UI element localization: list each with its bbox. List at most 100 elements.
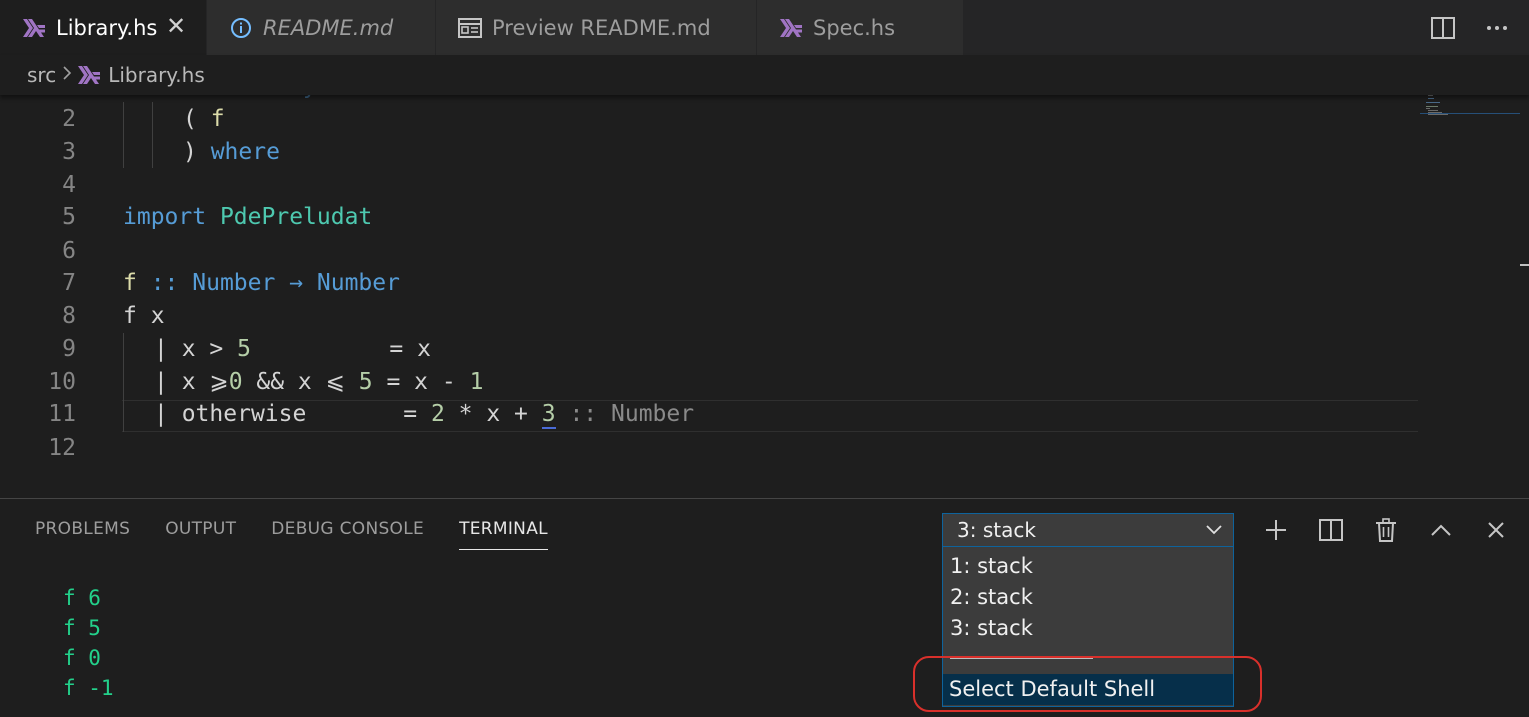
code-line: 8 f x <box>0 300 1420 333</box>
code-text: ) <box>183 139 211 165</box>
code-text: x <box>181 369 210 395</box>
code-text: ( <box>183 106 211 132</box>
info-icon <box>229 16 253 40</box>
code-text: | <box>154 401 182 427</box>
code-line: 5 import PdePreludat <box>0 201 1420 234</box>
code-text: Number <box>192 270 276 296</box>
tab-readme-md[interactable]: README.md <box>207 0 435 55</box>
code-text: = x - <box>372 369 470 395</box>
tab-terminal[interactable]: TERMINAL <box>459 519 548 550</box>
code-text: | <box>154 369 182 395</box>
haskell-icon <box>22 16 46 40</box>
code-text: where <box>210 139 280 165</box>
tab-output[interactable]: OUTPUT <box>165 519 236 550</box>
code-text: :: <box>136 270 193 296</box>
line-number: 8 <box>62 303 76 329</box>
code-line: 12 <box>0 432 1420 465</box>
code-text: = <box>306 401 431 427</box>
code-line: 4 <box>0 169 1420 202</box>
code-text: && x <box>242 369 326 395</box>
code-text: ⩽ <box>325 369 345 395</box>
line-number: 9 <box>62 336 76 362</box>
dropdown-option[interactable]: 3: stack <box>950 613 1033 643</box>
tab-preview-readme[interactable]: Preview README.md <box>436 0 756 55</box>
code-text: 5 <box>237 336 251 362</box>
tab-spec-hs[interactable]: Spec.hs <box>757 0 963 55</box>
plus-icon[interactable] <box>1262 516 1290 544</box>
tab-label: Spec.hs <box>813 15 896 40</box>
chevron-right-icon <box>62 65 72 86</box>
terminal-line: f 0 <box>63 646 101 670</box>
preview-icon <box>458 16 482 40</box>
code-line: 2 ( f <box>0 103 1420 136</box>
scrollbar-marker <box>1520 264 1529 266</box>
trash-icon[interactable] <box>1372 516 1400 544</box>
code-text: Number <box>316 270 400 296</box>
code-text: import <box>123 204 207 230</box>
line-number: 11 <box>48 401 76 427</box>
annotation-highlight-circle <box>913 656 1262 712</box>
code-text: → <box>275 270 317 296</box>
code-text: ⩾ <box>209 369 229 395</box>
tab-label: Library.hs <box>56 15 158 40</box>
more-actions-icon[interactable] <box>1483 14 1511 42</box>
code-line: 6 <box>0 235 1420 268</box>
breadcrumb: src Library.hs <box>0 55 1529 95</box>
line-number: 3 <box>62 139 76 165</box>
terminal-select-value: 3: stack <box>957 518 1036 542</box>
code-text: 0 <box>228 369 243 395</box>
code-line: 7 f :: Number → Number <box>0 267 1420 300</box>
split-terminal-icon[interactable] <box>1317 516 1345 544</box>
tab-problems[interactable]: PROBLEMS <box>35 519 130 550</box>
code-text: x > <box>181 336 238 362</box>
split-editor-icon[interactable] <box>1429 14 1457 42</box>
code-line: 9 | x > 5 = x <box>0 333 1420 366</box>
terminal-line: f -1 <box>63 676 114 700</box>
code-text: 5 <box>358 369 373 395</box>
panel-tabs: PROBLEMS OUTPUT DEBUG CONSOLE TERMINAL <box>35 519 583 550</box>
terminal-line: f 6 <box>63 586 101 610</box>
tab-label: README.md <box>263 15 394 40</box>
code-text: f x <box>123 303 165 329</box>
line-number: 6 <box>62 238 76 264</box>
breadcrumb-file[interactable]: Library.hs <box>108 63 205 87</box>
chevron-up-icon[interactable] <box>1427 516 1455 544</box>
line-number: 12 <box>48 435 76 461</box>
line-number: 2 <box>62 106 76 132</box>
close-icon[interactable] <box>1482 516 1510 544</box>
code-text: 2 <box>430 401 445 427</box>
tab-debug-console[interactable]: DEBUG CONSOLE <box>271 519 424 550</box>
haskell-icon <box>779 16 803 40</box>
code-line: 11 | otherwise = 2 * x + 3 :: Number <box>0 398 1420 431</box>
tab-library-hs[interactable]: Library.hs ✕ <box>0 0 206 55</box>
code-text: 3 <box>541 401 556 429</box>
code-line: 3 ) where <box>0 136 1420 169</box>
dropdown-option[interactable]: 1: stack <box>950 551 1033 581</box>
close-icon[interactable]: ✕ <box>166 12 186 40</box>
code-text: = x <box>250 336 431 362</box>
chevron-down-icon <box>1205 519 1223 546</box>
code-text: * x + <box>444 401 542 427</box>
breadcrumb-folder[interactable]: src <box>27 63 56 87</box>
code-text: | <box>154 336 182 362</box>
line-number: 5 <box>62 204 76 230</box>
inlay-type-hint: :: Number <box>555 401 695 427</box>
terminal-output[interactable]: f 6 f 5 f 0 f -1 <box>63 583 114 703</box>
line-number: 7 <box>62 270 76 296</box>
dropdown-option[interactable]: 2: stack <box>950 582 1033 612</box>
code-line: 10 | x ⩾0 && x ⩽ 5 = x - 1 <box>0 366 1420 399</box>
haskell-icon <box>78 66 101 84</box>
code-editor[interactable]: 1 module Library 2 ( f 3 ) where 4 5 imp… <box>0 78 1529 498</box>
code-text: PdePreludat <box>219 204 373 230</box>
line-number: 4 <box>62 172 76 198</box>
terminal-select[interactable]: 3: stack <box>942 513 1234 547</box>
code-text: f <box>123 270 137 296</box>
line-number: 10 <box>48 369 76 395</box>
editor-tab-bar: Library.hs ✕ README.md Preview README.md… <box>0 0 1529 55</box>
tab-label: Preview README.md <box>492 15 711 40</box>
code-text: f <box>210 106 225 132</box>
code-text: 1 <box>469 369 484 395</box>
bottom-panel: PROBLEMS OUTPUT DEBUG CONSOLE TERMINAL 3… <box>0 498 1529 717</box>
code-text: otherwise <box>181 401 307 427</box>
